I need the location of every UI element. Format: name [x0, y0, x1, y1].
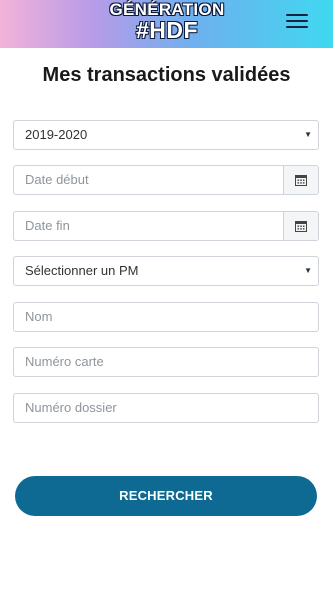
pm-select-value: Sélectionner un PM — [25, 263, 139, 278]
date-start-placeholder: Date début — [25, 172, 89, 187]
calendar-icon[interactable] — [283, 166, 318, 194]
app-header: GÉNÉRATION #HDF — [0, 0, 333, 48]
caret-down-icon: ▼ — [304, 266, 312, 275]
card-number-placeholder: Numéro carte — [25, 354, 104, 369]
name-placeholder: Nom — [25, 309, 53, 324]
year-select[interactable]: 2019-2020 ▼ — [13, 120, 319, 150]
date-end-field[interactable]: Date fin — [13, 211, 319, 241]
hamburger-bar — [286, 14, 308, 16]
calendar-icon[interactable] — [283, 212, 318, 240]
hamburger-icon[interactable] — [286, 13, 310, 31]
name-field[interactable]: Nom — [13, 302, 319, 332]
page-title: Mes transactions validées — [42, 64, 291, 86]
year-select-value: 2019-2020 — [25, 127, 88, 142]
search-button[interactable]: RECHERCHER — [15, 476, 317, 516]
card-number-field[interactable]: Numéro carte — [13, 347, 319, 377]
hamburger-bar — [286, 20, 308, 22]
pm-select[interactable]: Sélectionner un PM ▼ — [13, 256, 319, 286]
generation-hdf-logo: GÉNÉRATION #HDF — [101, 0, 233, 44]
logo-line-2: #HDF — [135, 17, 199, 43]
file-number-field[interactable]: Numéro dossier — [13, 393, 319, 423]
date-start-field[interactable]: Date début — [13, 165, 319, 195]
caret-down-icon: ▼ — [304, 130, 312, 139]
file-number-placeholder: Numéro dossier — [25, 400, 117, 415]
date-end-placeholder: Date fin — [25, 218, 70, 233]
hamburger-bar — [286, 26, 308, 28]
